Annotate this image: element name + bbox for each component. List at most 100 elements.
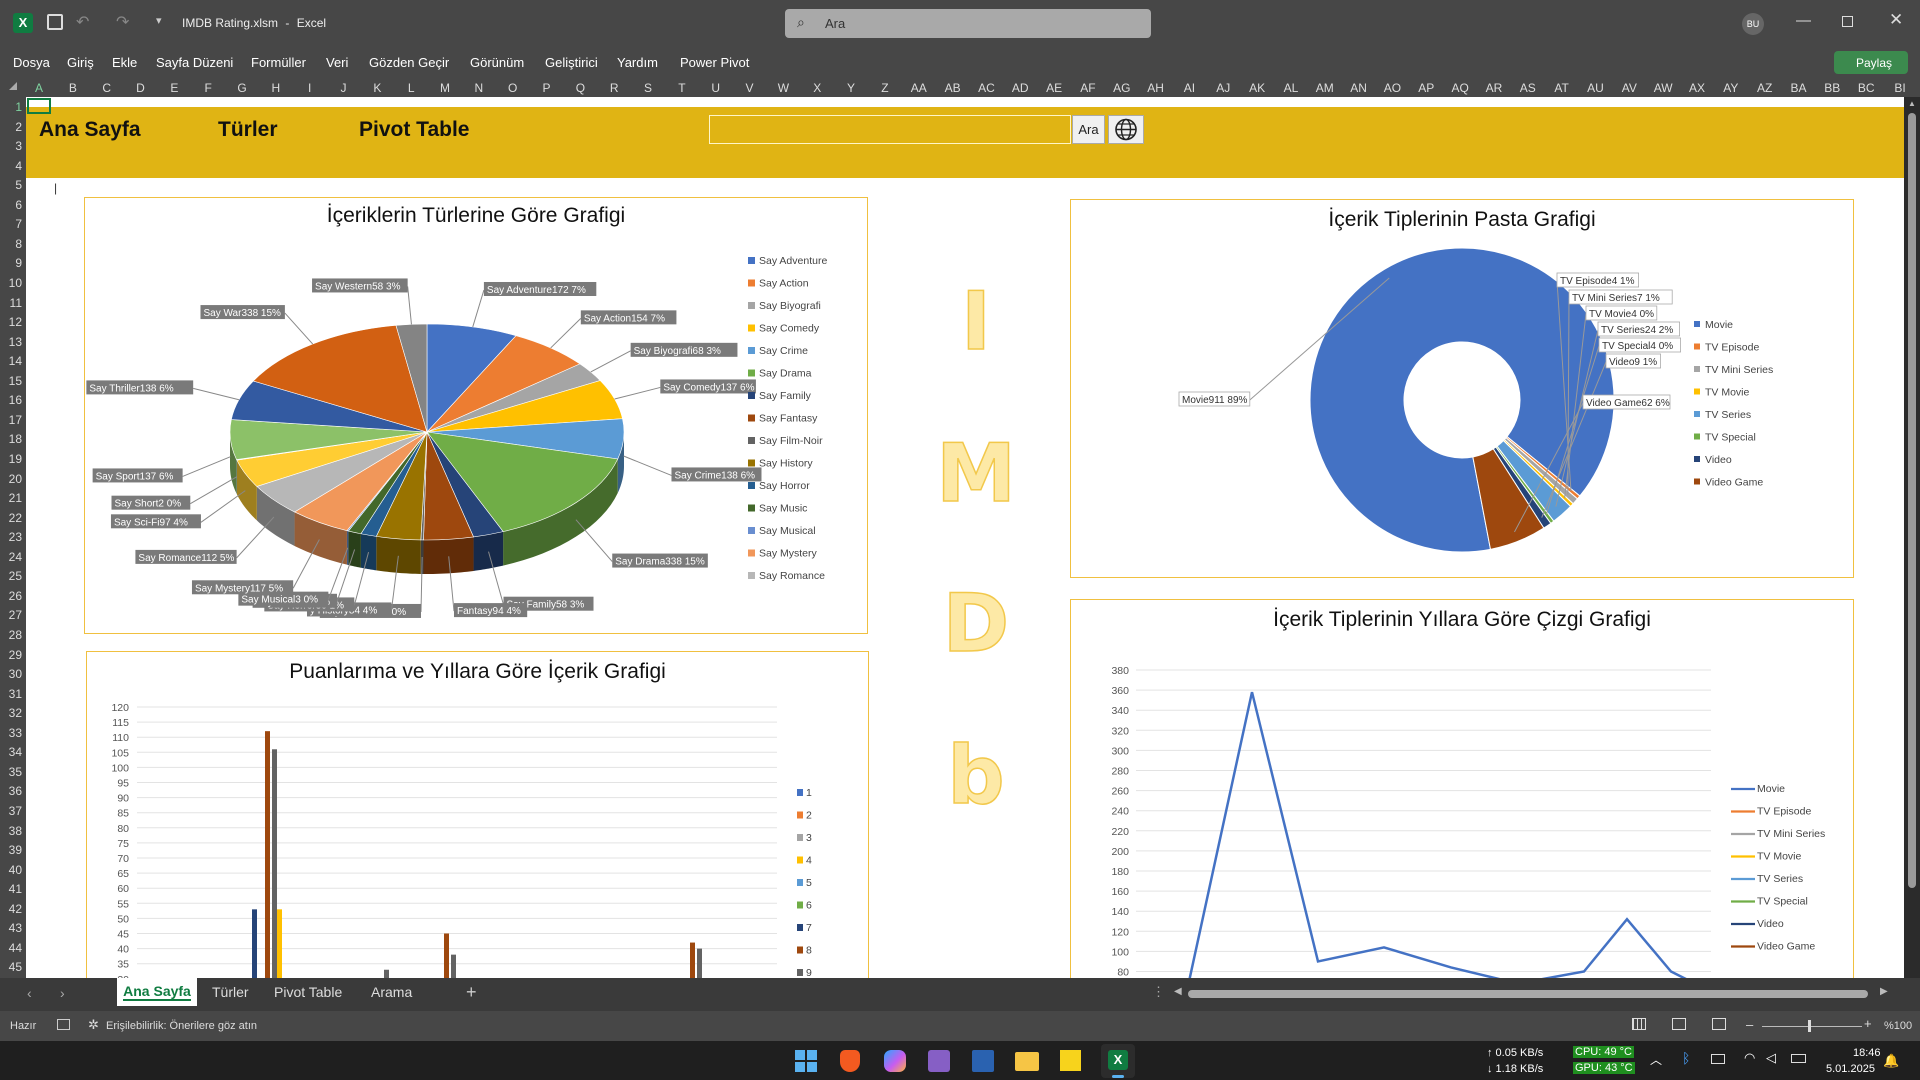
column-header-s[interactable]: S <box>631 81 665 95</box>
row-header-29[interactable]: 29 <box>0 648 22 662</box>
column-header-l[interactable]: L <box>394 81 428 95</box>
clock-time[interactable]: 18:46 <box>1853 1047 1881 1059</box>
column-header-ay[interactable]: AY <box>1714 81 1748 95</box>
hscroll-thumb[interactable] <box>1188 990 1868 998</box>
row-header-26[interactable]: 26 <box>0 589 22 603</box>
undo-icon[interactable]: ↶ <box>76 12 89 32</box>
row-header-7[interactable]: 7 <box>0 217 22 231</box>
sticky-notes-icon[interactable] <box>1060 1050 1081 1071</box>
column-header-aj[interactable]: AJ <box>1206 81 1240 95</box>
show-hidden-icons-icon[interactable]: ︿ <box>1650 1051 1662 1068</box>
column-header-al[interactable]: AL <box>1274 81 1308 95</box>
battery-icon[interactable] <box>1791 1054 1806 1063</box>
clock-date[interactable]: 5.01.2025 <box>1826 1063 1875 1075</box>
bluetooth-icon[interactable]: ᛒ <box>1682 1050 1690 1066</box>
row-header-12[interactable]: 12 <box>0 315 22 329</box>
column-header-ar[interactable]: AR <box>1477 81 1511 95</box>
row-header-37[interactable]: 37 <box>0 804 22 818</box>
vertical-scrollbar[interactable]: ▲ <box>1904 97 1920 978</box>
volume-icon[interactable]: ◁ <box>1766 1050 1776 1066</box>
column-header-d[interactable]: D <box>124 81 158 95</box>
store-app-icon[interactable] <box>972 1050 994 1072</box>
row-header-28[interactable]: 28 <box>0 628 22 642</box>
row-header-2[interactable]: 2 <box>0 120 22 134</box>
worksheet[interactable]: Ana Sayfa Türler Pivot Table Ara | I M D… <box>26 97 1904 978</box>
save-icon[interactable] <box>47 14 63 30</box>
avatar[interactable]: BU <box>1742 13 1764 35</box>
customize-quick-access-icon[interactable]: ▾ <box>156 14 162 27</box>
row-header-3[interactable]: 3 <box>0 139 22 153</box>
zoom-in-icon[interactable]: + <box>1864 1016 1872 1031</box>
row-header-21[interactable]: 21 <box>0 491 22 505</box>
column-header-aw[interactable]: AW <box>1646 81 1680 95</box>
excel-taskbar-icon[interactable]: X <box>1101 1044 1135 1078</box>
column-header-aq[interactable]: AQ <box>1443 81 1477 95</box>
row-header-10[interactable]: 10 <box>0 276 22 290</box>
row-header-33[interactable]: 33 <box>0 726 22 740</box>
column-header-o[interactable]: O <box>496 81 530 95</box>
menu-giris[interactable]: Giriş <box>67 55 94 70</box>
column-header-ba[interactable]: BA <box>1781 81 1815 95</box>
next-sheet-icon[interactable]: › <box>60 985 65 1001</box>
column-header-j[interactable]: J <box>327 81 361 95</box>
row-header-5[interactable]: 5 <box>0 178 22 192</box>
column-header-as[interactable]: AS <box>1511 81 1545 95</box>
row-header-1[interactable]: 1 <box>0 100 22 114</box>
column-header-bi[interactable]: BI <box>1883 81 1917 95</box>
menu-power-pivot[interactable]: Power Pivot <box>680 55 749 70</box>
tab-arama[interactable]: Arama <box>371 984 412 1000</box>
row-header-32[interactable]: 32 <box>0 706 22 720</box>
column-header-au[interactable]: AU <box>1578 81 1612 95</box>
minimize-icon[interactable]: — <box>1796 12 1811 29</box>
display-icon[interactable] <box>1711 1054 1725 1064</box>
menu-sayfa-duzeni[interactable]: Sayfa Düzeni <box>156 55 233 70</box>
column-header-e[interactable]: E <box>157 81 191 95</box>
row-header-25[interactable]: 25 <box>0 569 22 583</box>
add-sheet-icon[interactable]: + <box>466 982 477 1003</box>
tab-turler[interactable]: Türler <box>212 984 249 1000</box>
tab-options-icon[interactable]: ⋮ <box>1152 984 1165 1000</box>
scroll-left-icon[interactable]: ◀ <box>1174 986 1182 997</box>
column-header-g[interactable]: G <box>225 81 259 95</box>
column-header-h[interactable]: H <box>259 81 293 95</box>
horizontal-scrollbar[interactable]: ◀ ▶ <box>1174 986 1894 1000</box>
column-header-v[interactable]: V <box>733 81 767 95</box>
column-header-r[interactable]: R <box>597 81 631 95</box>
column-header-bc[interactable]: BC <box>1849 81 1883 95</box>
banner-search-button[interactable]: Ara <box>1072 115 1105 144</box>
row-header-18[interactable]: 18 <box>0 432 22 446</box>
row-header-34[interactable]: 34 <box>0 745 22 759</box>
column-header-ai[interactable]: AI <box>1172 81 1206 95</box>
column-header-x[interactable]: X <box>800 81 834 95</box>
select-all-corner[interactable] <box>9 82 17 90</box>
tab-pivot-table[interactable]: Pivot Table <box>274 984 342 1000</box>
row-header-23[interactable]: 23 <box>0 530 22 544</box>
search-box[interactable]: ⌕ Ara <box>785 9 1151 38</box>
menu-gozden-gecir[interactable]: Gözden Geçir <box>369 55 449 70</box>
column-header-a[interactable]: A <box>22 81 56 95</box>
column-header-az[interactable]: AZ <box>1748 81 1782 95</box>
brave-browser-icon[interactable] <box>840 1050 860 1072</box>
close-icon[interactable]: ✕ <box>1889 10 1903 30</box>
page-layout-icon[interactable] <box>1672 1018 1686 1030</box>
zoom-slider-thumb[interactable] <box>1808 1020 1811 1032</box>
column-header-ab[interactable]: AB <box>936 81 970 95</box>
column-header-t[interactable]: T <box>665 81 699 95</box>
column-header-at[interactable]: AT <box>1545 81 1579 95</box>
column-header-i[interactable]: I <box>293 81 327 95</box>
nav-ana-sayfa[interactable]: Ana Sayfa <box>39 118 141 142</box>
row-header-16[interactable]: 16 <box>0 393 22 407</box>
column-header-ao[interactable]: AO <box>1375 81 1409 95</box>
row-header-38[interactable]: 38 <box>0 824 22 838</box>
column-header-p[interactable]: P <box>530 81 564 95</box>
row-header-17[interactable]: 17 <box>0 413 22 427</box>
macro-record-icon[interactable] <box>57 1019 70 1030</box>
row-header-39[interactable]: 39 <box>0 843 22 857</box>
column-header-n[interactable]: N <box>462 81 496 95</box>
accessibility-status[interactable]: Erişilebilirlik: Önerilere göz atın <box>106 1020 257 1032</box>
row-header-13[interactable]: 13 <box>0 335 22 349</box>
row-header-14[interactable]: 14 <box>0 354 22 368</box>
row-header-36[interactable]: 36 <box>0 784 22 798</box>
type-year-line-chart[interactable]: İçerik Tiplerinin Yıllara Göre Çizgi Gra… <box>1070 599 1854 978</box>
page-break-icon[interactable] <box>1712 1018 1726 1030</box>
